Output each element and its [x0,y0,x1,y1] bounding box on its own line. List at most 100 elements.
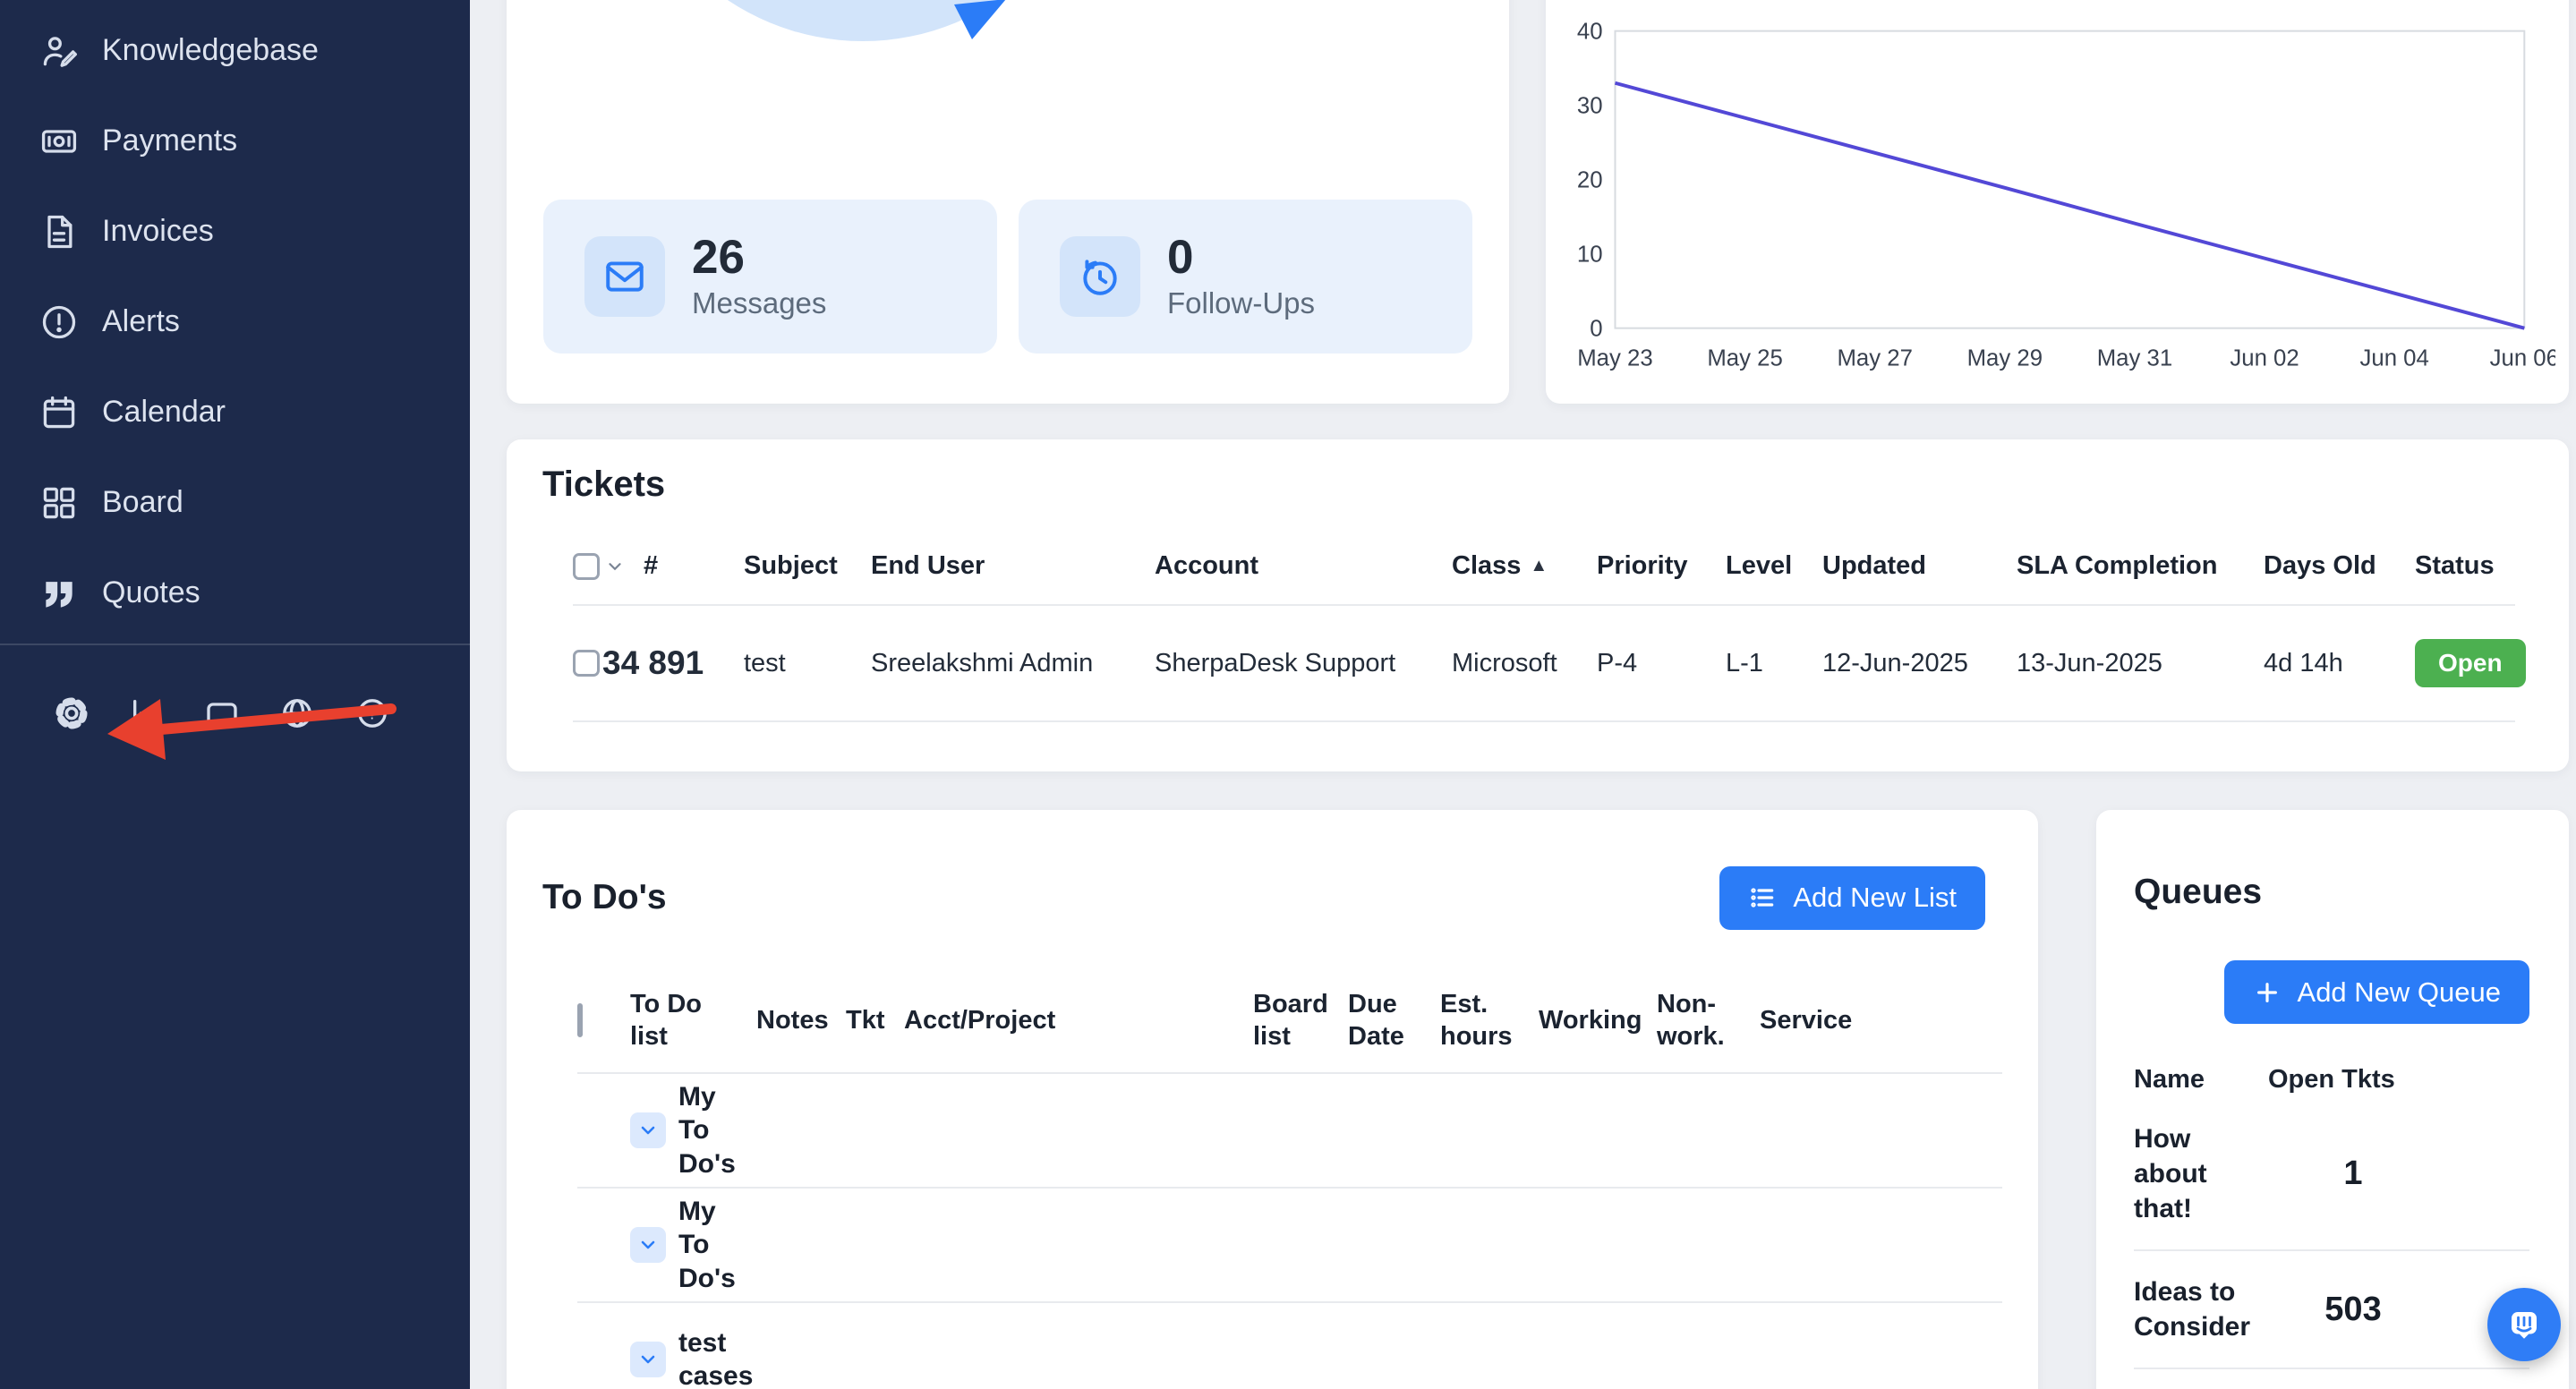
todos-select-all-checkbox[interactable] [577,1003,583,1037]
queues-table-header: Name Open Tkts [2134,1065,2529,1098]
ticket-subject: test [744,649,871,678]
queue-open-count: 1 [2268,1155,2438,1193]
col-board-list[interactable]: Board list [1253,988,1348,1053]
col-level[interactable]: Level [1726,551,1822,581]
svg-text:Jun 04: Jun 04 [2360,345,2429,371]
sidebar-footer-icons: ? [0,645,470,731]
todo-list-name: My To Do's [678,1195,756,1296]
payments-icon [39,122,79,161]
card-panel-icon[interactable] [204,695,240,731]
add-new-queue-button[interactable]: Add New Queue [2224,960,2529,1024]
queue-name[interactable]: How about that! [2134,1121,2268,1226]
globe-icon[interactable] [279,695,315,731]
messages-count: 26 [692,233,826,283]
queue-row: Ideas to Consider 503 [2134,1251,2529,1369]
sidebar-item-label: Quotes [102,575,200,610]
col-updated[interactable]: Updated [1822,551,2017,581]
todos-card: To Do's Add New List To Do list Notes Tk… [507,810,2038,1389]
sidebar-item-knowledgebase[interactable]: Knowledgebase [0,5,470,96]
todo-list-row[interactable]: My To Do's [577,1074,2002,1189]
expand-chevron-button[interactable] [630,1112,666,1148]
svg-text:May 27: May 27 [1837,345,1912,371]
col-service[interactable]: Service [1760,1004,2002,1036]
sidebar-nav: Knowledgebase Payments Invoices Alerts C… [0,0,470,638]
queue-row: New 26158 [2134,1369,2529,1389]
followups-tile[interactable]: 0 Follow-Ups [1019,200,1472,354]
ticket-end-user: Sreelakshmi Admin [871,649,1155,678]
col-due-date[interactable]: Due Date [1348,988,1440,1053]
todo-list-name: test cases [678,1326,753,1389]
col-open-tkts[interactable]: Open Tkts [2268,1065,2395,1095]
ticket-level: L-1 [1726,649,1822,678]
settings-gear-icon[interactable] [54,695,90,731]
sidebar-item-board[interactable]: Board [0,457,470,548]
knowledgebase-icon [39,31,79,71]
sidebar-item-label: Payments [102,124,237,158]
col-acct-project[interactable]: Acct/Project [904,1004,1253,1036]
todos-title: To Do's [542,878,667,917]
col-class[interactable]: Class ▲ [1452,551,1597,581]
add-new-list-button[interactable]: Add New List [1719,866,1985,930]
todo-list-row[interactable]: test cases [577,1303,2002,1389]
chat-icon [2505,1306,2543,1343]
ticket-class: Microsoft [1452,649,1597,678]
help-icon[interactable]: ? [354,695,390,731]
todo-list-row[interactable]: My To Do's [577,1189,2002,1303]
queue-name[interactable]: Ideas to Consider [2134,1274,2268,1344]
col-todo-list[interactable]: To Do list [630,988,756,1053]
sidebar-item-quotes[interactable]: Quotes [0,548,470,638]
col-status[interactable]: Status [2415,551,2515,581]
col-tkt[interactable]: Tkt [846,1004,904,1036]
col-est-hours[interactable]: Est. hours [1440,988,1539,1053]
messages-tile[interactable]: 26 Messages [543,200,997,354]
col-subject[interactable]: Subject [744,551,871,581]
col-days-old[interactable]: Days Old [2264,551,2415,581]
sidebar-item-label: Calendar [102,395,226,430]
queue-row: How about that! 1 [2134,1098,2529,1251]
invoices-icon [39,212,79,251]
svg-text:?: ? [368,704,377,723]
col-number[interactable]: # [638,551,744,581]
col-notes[interactable]: Notes [756,1004,846,1036]
list-icon [1748,883,1777,912]
row-checkbox[interactable] [573,650,600,677]
queues-title: Queues [2134,839,2529,912]
svg-text:May 29: May 29 [1967,345,2043,371]
svg-text:Jun 02: Jun 02 [2230,345,2299,371]
reports-chart-icon[interactable] [129,695,165,731]
svg-text:May 23: May 23 [1577,345,1652,371]
sidebar-item-label: Knowledgebase [102,33,319,68]
todo-list-name: My To Do's [678,1080,756,1181]
sidebar-item-calendar[interactable]: Calendar [0,367,470,457]
sidebar-item-label: Board [102,485,183,520]
sidebar-item-payments[interactable]: Payments [0,96,470,186]
tickets-title: Tickets [542,464,2569,505]
sherpadesk-dashboard: Knowledgebase Payments Invoices Alerts C… [0,0,2576,1389]
svg-text:Jun 06: Jun 06 [2490,345,2555,371]
sidebar-item-invoices[interactable]: Invoices [0,186,470,277]
col-non-work[interactable]: Non- work. [1657,988,1760,1053]
ticket-days-old: 4d 14h [2264,649,2415,678]
followup-clock-icon [1060,236,1140,317]
col-priority[interactable]: Priority [1597,551,1726,581]
ticket-row[interactable]: 34 891 test Sreelakshmi Admin SherpaDesk… [573,606,2515,722]
col-working[interactable]: Working [1539,1004,1657,1036]
ticket-number[interactable]: 34 891 [602,644,744,682]
select-all-checkbox[interactable] [573,553,600,580]
chevron-down-icon[interactable] [605,557,625,576]
sidebar-item-alerts[interactable]: Alerts [0,277,470,367]
col-sla[interactable]: SLA Completion [2017,551,2264,581]
svg-text:0: 0 [1590,317,1602,342]
col-account[interactable]: Account [1155,551,1452,581]
followups-count: 0 [1167,233,1315,283]
tickets-card: Tickets # Subject End User Account Class… [507,439,2569,771]
intercom-chat-button[interactable] [2487,1288,2561,1361]
followups-label: Follow-Ups [1167,286,1315,320]
tickets-trend-card: 010203040May 23May 25May 27May 29May 31J… [1546,0,2569,404]
col-queue-name[interactable]: Name [2134,1065,2268,1095]
svg-text:20: 20 [1577,168,1603,193]
col-end-user[interactable]: End User [871,551,1155,581]
tickets-table-header: # Subject End User Account Class ▲ Prior… [573,551,2515,606]
expand-chevron-button[interactable] [630,1342,666,1377]
expand-chevron-button[interactable] [630,1227,666,1263]
